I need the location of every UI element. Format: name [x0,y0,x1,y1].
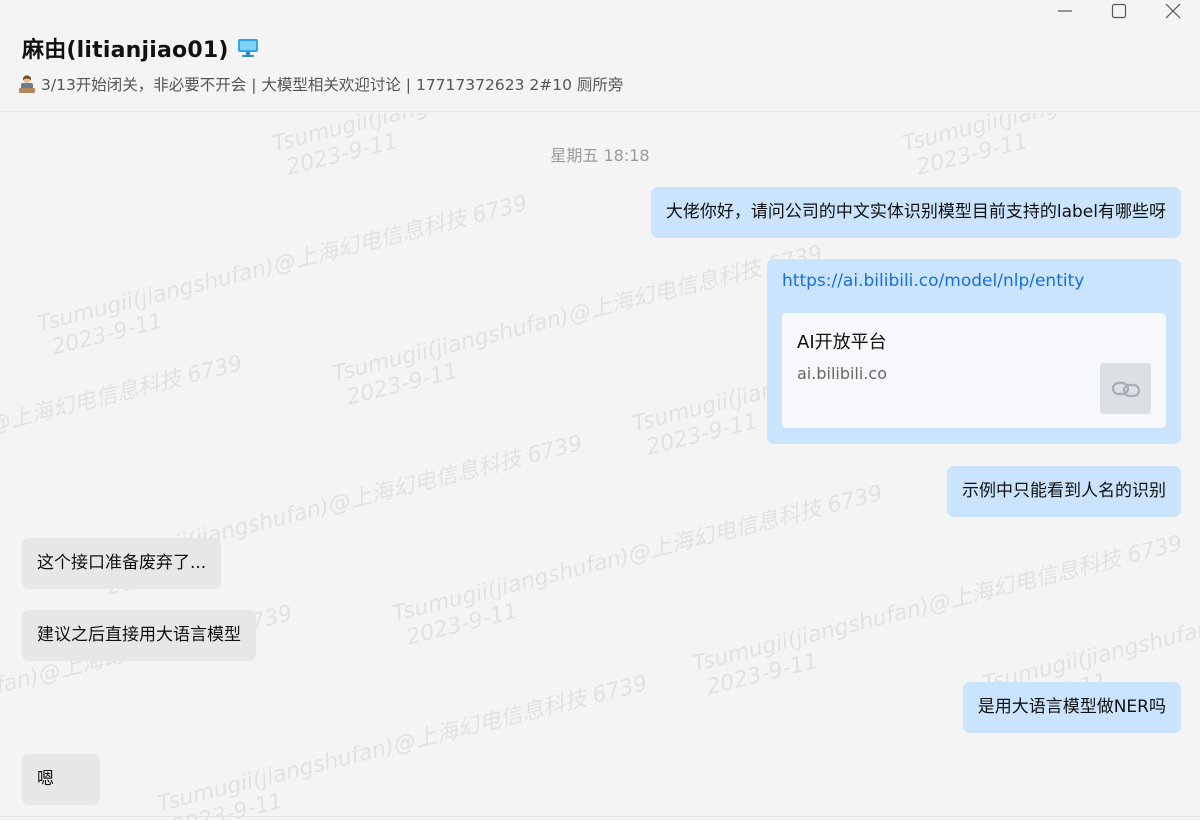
link-chain-icon [1100,363,1151,414]
person-at-desk-emoji [18,74,36,94]
minimize-button[interactable] [1038,0,1092,22]
watermark: Tsumugii(jiangshufan)@上海幻电信息科技 67392023-… [155,671,651,820]
contact-name[interactable]: 麻由(litianjiao01) [22,32,229,64]
message-text: 大佬你好，请问公司的中文实体识别模型目前支持的label有哪些呀 [665,202,1166,222]
message-bubble-sent[interactable]: 是用大语言模型做NER吗 [962,682,1181,733]
message-text: 建议之后直接用大语言模型 [37,625,241,645]
message-bubble-sent[interactable]: 示例中只能看到人名的识别 [947,466,1181,517]
input-area-divider [0,816,1200,820]
maximize-icon [1111,3,1127,19]
watermark: Tsumugii(jiangshufan)@上海幻电信息科技 67392023-… [0,351,246,498]
link-card-title: AI开放平台 [797,332,887,353]
link-card-domain: ai.bilibili.co [797,364,887,383]
minimize-icon [1058,10,1072,12]
chat-message-area[interactable]: Tsumugii(jiangshufan)@上海幻电信息科技 67392023-… [0,113,1200,820]
message-bubble-sent[interactable]: 大佬你好，请问公司的中文实体识别模型目前支持的label有哪些呀 [650,187,1181,238]
watermark: Tsumugii(jiangshufan)@上海幻电信息科技 67392023-… [390,481,886,651]
message-text: 是用大语言模型做NER吗 [977,697,1166,717]
message-link[interactable]: https://ai.bilibili.co/model/nlp/entity [782,271,1084,291]
close-icon [1165,3,1181,19]
link-preview-card[interactable]: AI开放平台 ai.bilibili.co [782,313,1166,428]
maximize-button[interactable] [1092,0,1146,22]
watermark: Tsumugii(jiangshufan)@上海幻电信息科技 67392023-… [690,531,1186,701]
message-text: 这个接口准备废弃了... [37,553,207,573]
message-text: 示例中只能看到人名的识别 [962,481,1166,501]
message-bubble-received[interactable]: 这个接口准备废弃了... [22,538,222,589]
window-controls [1038,0,1200,22]
watermark: Tsumugii(jiangshufan)@上海幻电信息科技 67392023-… [330,241,826,411]
chat-header: 麻由(litianjiao01) 3/13开始闭关，非必要不开会 | 大模型相关… [0,0,1200,112]
title-row: 麻由(litianjiao01) [22,32,259,64]
status-message: 3/13开始闭关，非必要不开会 | 大模型相关欢迎讨论 | 1771737262… [18,73,623,95]
link-message-bubble[interactable]: https://ai.bilibili.co/model/nlp/entity … [767,259,1181,444]
message-text: 嗯 [37,769,54,789]
close-button[interactable] [1146,0,1200,22]
time-separator: 星期五 18:18 [550,146,650,165]
desktop-monitor-icon [237,38,259,58]
message-bubble-received[interactable]: 嗯 [22,754,100,805]
watermark: Tsumugii(jiangshufan)@上海幻电信息科技 67392023-… [35,191,531,361]
message-bubble-received[interactable]: 建议之后直接用大语言模型 [22,610,256,661]
status-text: 3/13开始闭关，非必要不开会 | 大模型相关欢迎讨论 | 1771737262… [41,76,624,94]
